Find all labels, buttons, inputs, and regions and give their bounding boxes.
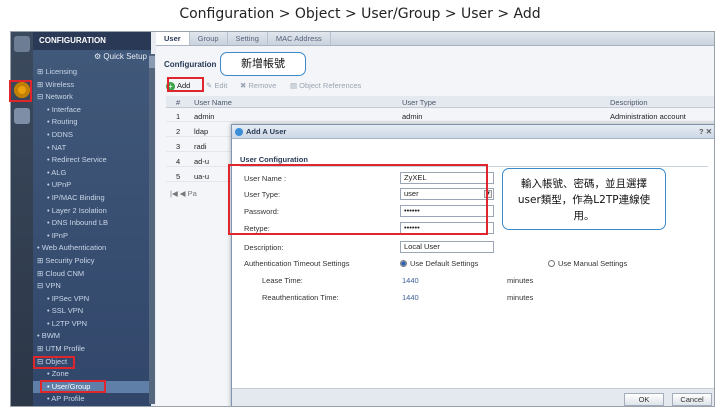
sidebar-item-zone[interactable]: • Zone (33, 368, 151, 381)
dialog-footer: OK Cancel (232, 388, 714, 406)
col-num[interactable]: # (176, 98, 180, 107)
remove-button[interactable]: ✖ Remove (240, 79, 276, 93)
sidebar-item-ddns[interactable]: • DDNS (33, 129, 151, 142)
reauth-time-unit: minutes (507, 293, 534, 302)
sidebar-item-bwm[interactable]: • BWM (33, 330, 151, 343)
use-default-radio[interactable]: Use Default Settings (400, 259, 478, 268)
sidebar-item-web-authentication[interactable]: • Web Authentication (33, 242, 151, 255)
cell-num: 1 (176, 112, 181, 121)
callout-instructions: 輸入帳號、密碼，並且選擇user類型，作為L2TP連線使用。 (502, 168, 666, 230)
sidebar-item-ap-profile[interactable]: • AP Profile (33, 393, 151, 406)
sidebar-item-interface[interactable]: • Interface (33, 104, 151, 117)
quick-setup-link[interactable]: ⚙ Quick Setup (94, 52, 147, 61)
highlight-user-fields (228, 164, 488, 235)
ok-button[interactable]: OK (624, 393, 664, 406)
tab-setting[interactable]: Setting (228, 32, 268, 45)
sidebar-item-ipsec-vpn[interactable]: • IPSec VPN (33, 293, 151, 306)
radio-selected-icon[interactable] (400, 260, 407, 267)
cell-name: ad-u (194, 157, 210, 166)
cell-name: ua-u (194, 172, 210, 181)
sidebar-item-alg[interactable]: • ALG (33, 167, 151, 180)
sidebar-item-nat[interactable]: • NAT (33, 142, 151, 155)
col-user-type[interactable]: User Type (402, 98, 436, 107)
col-user-name[interactable]: User Name (194, 98, 232, 107)
sidebar-item-network[interactable]: ⊟ Network (33, 91, 151, 104)
dialog-icon (235, 128, 243, 136)
sidebar-item-utm-profile[interactable]: ⊞ UTM Profile (33, 343, 151, 356)
maintenance-icon[interactable] (14, 108, 30, 124)
cell-desc: Administration account (610, 112, 686, 121)
use-manual-radio[interactable]: Use Manual Settings (548, 259, 627, 268)
page-title: Configuration > Object > User/Group > Us… (179, 6, 541, 22)
sidebar-item-ipnp[interactable]: • IPnP (33, 230, 151, 243)
tab-group[interactable]: Group (190, 32, 228, 45)
object-references-button[interactable]: ▤ Object References (290, 79, 361, 93)
cell-num: 4 (176, 157, 181, 166)
timeout-settings-label: Authentication Timeout Settings (244, 259, 350, 268)
lease-time-value: 1440 (402, 276, 419, 285)
cancel-button[interactable]: Cancel (672, 393, 712, 406)
dashboard-icon[interactable] (14, 36, 30, 52)
sidebar-item-ssl-vpn[interactable]: • SSL VPN (33, 305, 151, 318)
sidebar-scrollbar[interactable] (149, 54, 155, 404)
sidebar: CONFIGURATION ⚙ Quick Setup ⊞ Licensing ⊞… (33, 32, 151, 406)
sidebar-item-dns-inbound-lb[interactable]: • DNS Inbound LB (33, 217, 151, 230)
highlight-object (33, 356, 75, 369)
highlight-add (167, 77, 204, 92)
reauth-time-label: Reauthentication Time: (262, 293, 339, 302)
radio-unselected-icon[interactable] (548, 260, 555, 267)
scroll-up-icon[interactable] (149, 56, 155, 68)
sidebar-header: CONFIGURATION (33, 32, 151, 50)
sidebar-item-cloud-cnm[interactable]: ⊞ Cloud CNM (33, 268, 151, 281)
col-description[interactable]: Description (610, 98, 648, 107)
lease-time-label: Lease Time: (262, 276, 303, 285)
cell-name: ldap (194, 127, 209, 136)
sidebar-item-routing[interactable]: • Routing (33, 116, 151, 129)
sidebar-item-licensing[interactable]: ⊞ Licensing (33, 66, 151, 79)
dialog-title: Add A User (246, 127, 287, 136)
table-header: # User Name User Type Description (166, 96, 714, 108)
description-field[interactable]: Local User (400, 241, 494, 253)
dialog-title-bar: Add A User ? ✕ (232, 125, 714, 139)
user-configuration-title: User Configuration (240, 155, 308, 164)
sidebar-item-upnp[interactable]: • UPnP (33, 179, 151, 192)
sidebar-item-wireless[interactable]: ⊞ Wireless (33, 79, 151, 92)
reauth-time-value: 1440 (402, 293, 419, 302)
edit-button[interactable]: ✎ Edit (206, 79, 227, 93)
cell-num: 5 (176, 172, 181, 181)
callout-add-account: 新增帳號 (220, 52, 306, 76)
sidebar-item-redirect-service[interactable]: • Redirect Service (33, 154, 151, 167)
sidebar-item-vpn[interactable]: ⊟ VPN (33, 280, 151, 293)
cell-name: radi (194, 142, 207, 151)
sidebar-item-ip-mac-binding[interactable]: • IP/MAC Binding (33, 192, 151, 205)
cell-name: admin (194, 112, 215, 121)
cell-type: admin (402, 112, 423, 121)
cell-num: 2 (176, 127, 181, 136)
tab-user[interactable]: User (156, 32, 190, 45)
tab-bar: User Group Setting MAC Address (156, 32, 714, 46)
lease-time-unit: minutes (507, 276, 534, 285)
section-title: Configuration (164, 60, 217, 69)
sidebar-item-security-policy[interactable]: ⊞ Security Policy (33, 255, 151, 268)
description-label: Description: (244, 243, 284, 252)
highlight-user-group (40, 380, 106, 393)
dialog-help-close-icon[interactable]: ? ✕ (699, 125, 712, 139)
table-row[interactable]: 1 admin admin Administration account (166, 110, 714, 122)
pager[interactable]: |◀ ◀ Pa (170, 189, 197, 198)
highlight-gear (9, 80, 32, 102)
sidebar-item-l2tp-vpn[interactable]: • L2TP VPN (33, 318, 151, 331)
tab-mac-address[interactable]: MAC Address (268, 32, 331, 45)
sidebar-item-layer-2-isolation[interactable]: • Layer 2 Isolation (33, 205, 151, 218)
cell-num: 3 (176, 142, 181, 151)
toolbar: + Add ✎ Edit ✖ Remove ▤ Object References (166, 79, 714, 93)
